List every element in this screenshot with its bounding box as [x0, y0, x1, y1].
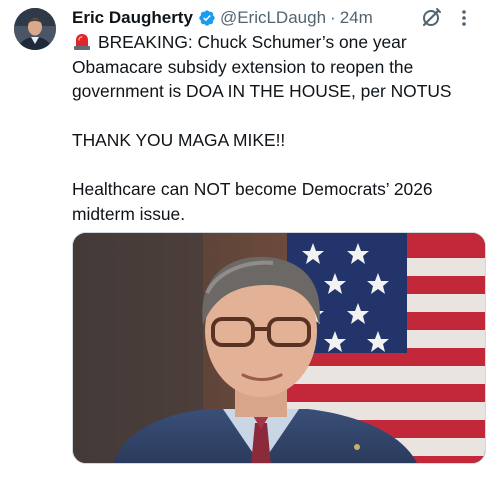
tweet-text-paragraph-1: BREAKING: Chuck Schumer’s one year Obama…: [72, 30, 486, 104]
tweet-text-paragraph-3: Healthcare can NOT become Democrats’ 202…: [72, 179, 433, 224]
handle[interactable]: @EricLDaugh: [220, 7, 326, 29]
grok-icon[interactable]: [420, 7, 442, 29]
separator-dot: ·: [330, 8, 336, 27]
verified-badge-icon[interactable]: [198, 9, 216, 27]
display-name[interactable]: Eric Daugherty: [72, 7, 193, 29]
breaking-text: BREAKING: Chuck Schumer’s one year Obama…: [72, 32, 452, 101]
tweet-text: BREAKING: Chuck Schumer’s one year Obama…: [72, 30, 486, 226]
tweet[interactable]: Eric Daugherty @EricLDaugh · 24m BREAKIN…: [0, 0, 500, 479]
tweet-media-photo[interactable]: [72, 232, 486, 464]
avatar[interactable]: [14, 8, 56, 50]
more-vertical-icon[interactable]: [456, 7, 472, 29]
tweet-text-paragraph-2: THANK YOU MAGA MIKE!!: [72, 130, 286, 150]
timestamp[interactable]: 24m: [340, 7, 373, 29]
siren-emoji-icon: [72, 31, 92, 51]
tweet-header: Eric Daugherty @EricLDaugh · 24m: [72, 6, 486, 30]
